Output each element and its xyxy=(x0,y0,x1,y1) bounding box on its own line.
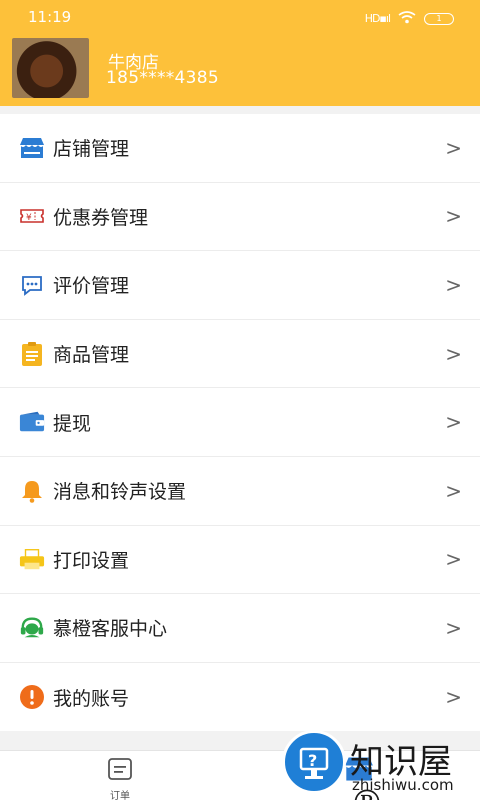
shop-phone: 185****4385 xyxy=(106,68,220,88)
chevron-right-icon: > xyxy=(445,135,462,160)
watermark-question-icon: ? xyxy=(282,730,346,794)
chevron-right-icon: > xyxy=(445,204,462,229)
menu-item-print-settings[interactable]: 打印设置 > xyxy=(0,526,480,595)
chevron-right-icon: > xyxy=(445,410,462,435)
menu-item-review-management[interactable]: 评价管理 > xyxy=(0,251,480,320)
chevron-right-icon: > xyxy=(445,478,462,503)
watermark-subtitle: zhishiwu.com xyxy=(352,776,454,794)
menu-item-label: 打印设置 xyxy=(53,549,130,572)
tab-orders[interactable]: 订单 xyxy=(98,757,142,800)
menu-item-store-management[interactable]: 店铺管理 > xyxy=(0,114,480,183)
tab-orders-label: 订单 xyxy=(110,791,130,800)
status-bar: 11:19 HD▪ıl 1 xyxy=(0,0,480,34)
menu-item-customer-service[interactable]: 慕橙客服中心 > xyxy=(0,594,480,663)
comment-icon xyxy=(19,272,45,298)
menu-item-label: 我的账号 xyxy=(53,687,130,710)
menu-item-label: 慕橙客服中心 xyxy=(53,618,168,641)
menu-item-label: 评价管理 xyxy=(53,275,130,298)
coupon-icon: ¥ xyxy=(19,203,45,229)
chevron-right-icon: > xyxy=(445,272,462,297)
menu-item-label: 提现 xyxy=(53,412,92,435)
printer-icon xyxy=(19,546,45,572)
menu-item-product-management[interactable]: 商品管理 > xyxy=(0,320,480,389)
chevron-right-icon: > xyxy=(445,547,462,572)
menu-item-coupon-management[interactable]: ¥ 优惠券管理 > xyxy=(0,183,480,252)
chevron-right-icon: > xyxy=(445,685,462,710)
shop-avatar[interactable] xyxy=(12,38,89,98)
wifi-icon xyxy=(398,9,416,28)
svg-text:¥: ¥ xyxy=(26,213,32,223)
wallet-icon xyxy=(19,409,45,435)
menu-item-label: 店铺管理 xyxy=(53,138,130,161)
bell-icon xyxy=(19,478,45,504)
menu-item-notification-settings[interactable]: 消息和铃声设置 > xyxy=(0,457,480,526)
menu-item-label: 商品管理 xyxy=(53,344,130,367)
clipboard-icon xyxy=(19,341,45,367)
settings-menu: 店铺管理 > ¥ 优惠券管理 > 评价管理 > 商品管理 > 提现 > 消息和铃… xyxy=(0,114,480,732)
battery-icon: 1 xyxy=(424,12,454,25)
store-icon xyxy=(19,135,45,161)
menu-item-my-account[interactable]: 我的账号 > xyxy=(0,663,480,732)
watermark-logo: ? 知识屋® zhishiwu.com xyxy=(280,728,480,800)
menu-item-label: 优惠券管理 xyxy=(53,206,149,229)
status-time: 11:19 xyxy=(28,8,72,26)
profile-header: 11:19 HD▪ıl 1 牛肉店 185****4385 xyxy=(0,0,480,106)
chevron-right-icon: > xyxy=(445,341,462,366)
svg-text:?: ? xyxy=(308,751,317,770)
headset-icon xyxy=(19,615,45,641)
status-icons: HD▪ıl 1 xyxy=(365,9,454,28)
alert-icon xyxy=(19,684,45,710)
orders-icon xyxy=(107,758,133,785)
menu-item-withdraw[interactable]: 提现 > xyxy=(0,388,480,457)
chevron-right-icon: > xyxy=(445,615,462,640)
menu-item-label: 消息和铃声设置 xyxy=(53,481,187,504)
signal-icon: HD▪ıl xyxy=(364,12,391,25)
